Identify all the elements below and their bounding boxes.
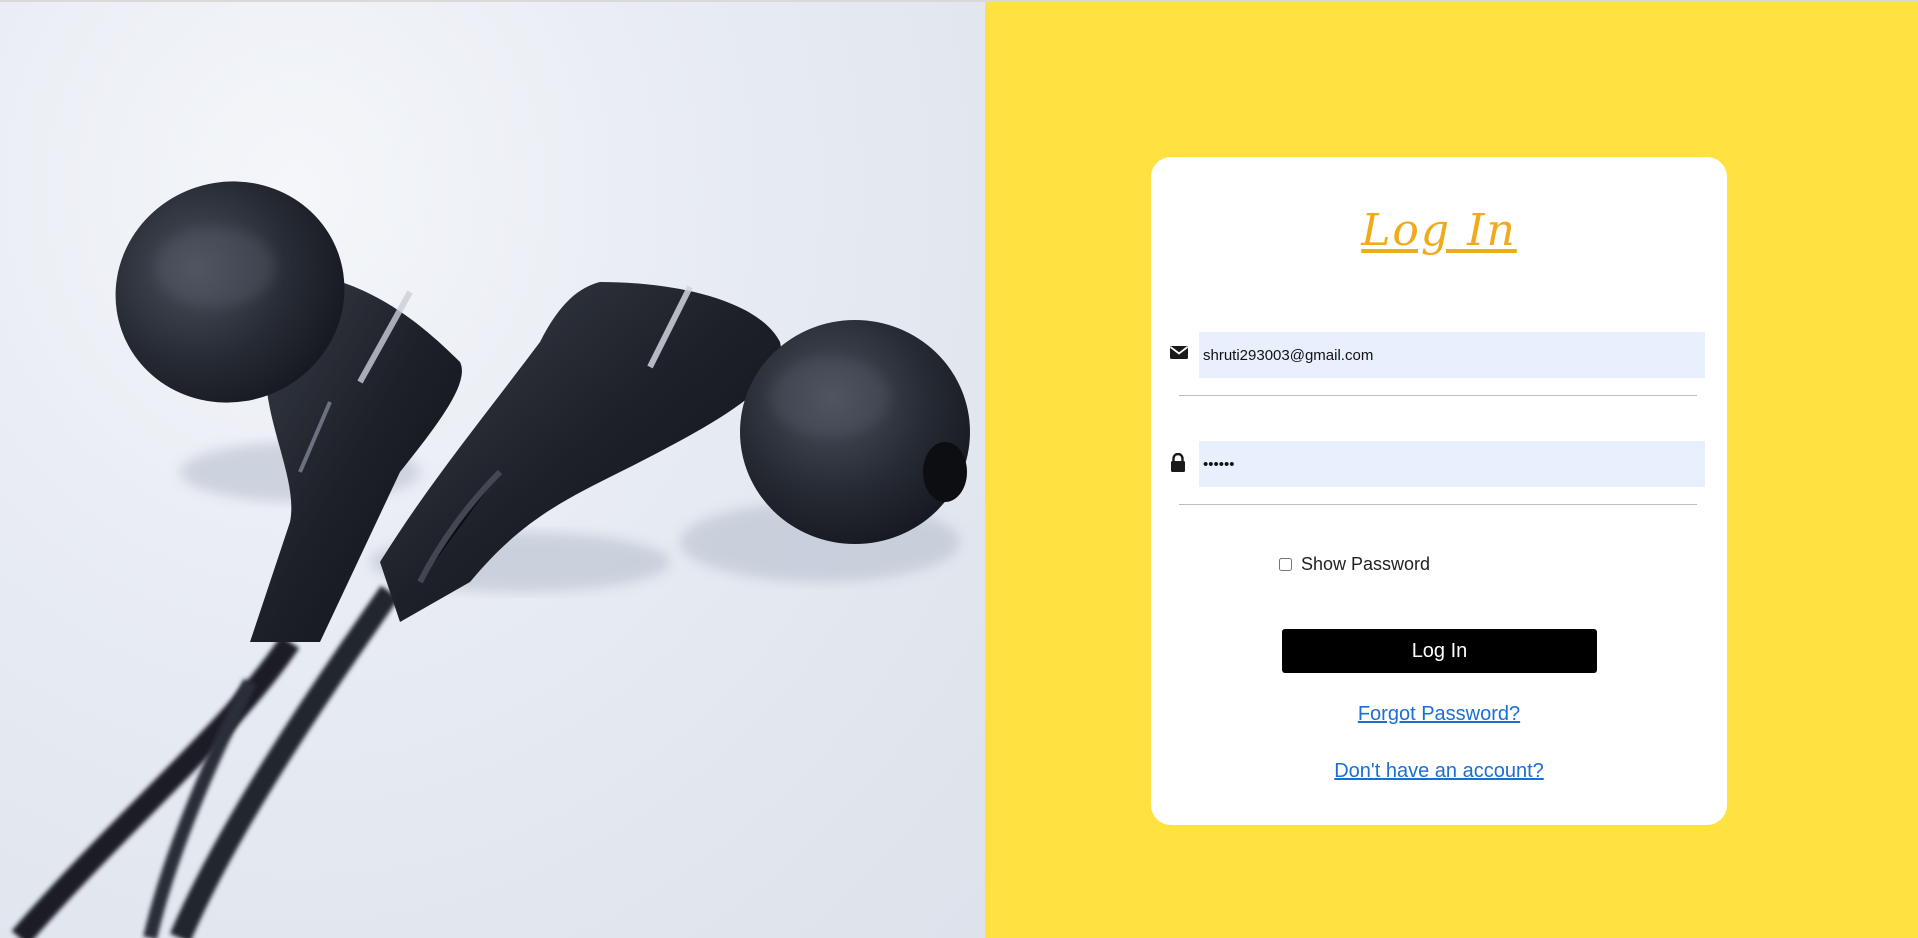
signup-link[interactable]: Don't have an account? <box>1151 760 1727 783</box>
login-card: Log In shruti293003@gmail.com •••••• Sho… <box>1151 157 1727 825</box>
show-password-checkbox[interactable] <box>1279 557 1292 571</box>
login-button[interactable]: Log In <box>1282 629 1597 673</box>
email-field-row <box>1169 332 1709 378</box>
login-panel: Log In shruti293003@gmail.com •••••• Sho… <box>985 2 1918 938</box>
email-underline <box>1179 395 1697 396</box>
show-password-label: Show Password <box>1301 553 1431 574</box>
login-title: Log In <box>1361 205 1517 256</box>
show-password-toggle[interactable]: Show Password <box>1279 552 1430 576</box>
email-field[interactable] <box>1199 332 1705 378</box>
password-underline <box>1179 504 1697 505</box>
earphones-illustration <box>11 181 970 938</box>
password-field-row <box>1169 441 1709 487</box>
password-field[interactable] <box>1199 441 1705 487</box>
earphones-photo <box>0 2 985 938</box>
login-page: Log In shruti293003@gmail.com •••••• Sho… <box>0 0 1918 938</box>
envelope-icon <box>1169 344 1191 366</box>
forgot-password-link[interactable]: Forgot Password? <box>1151 703 1727 726</box>
lock-icon <box>1169 452 1191 475</box>
